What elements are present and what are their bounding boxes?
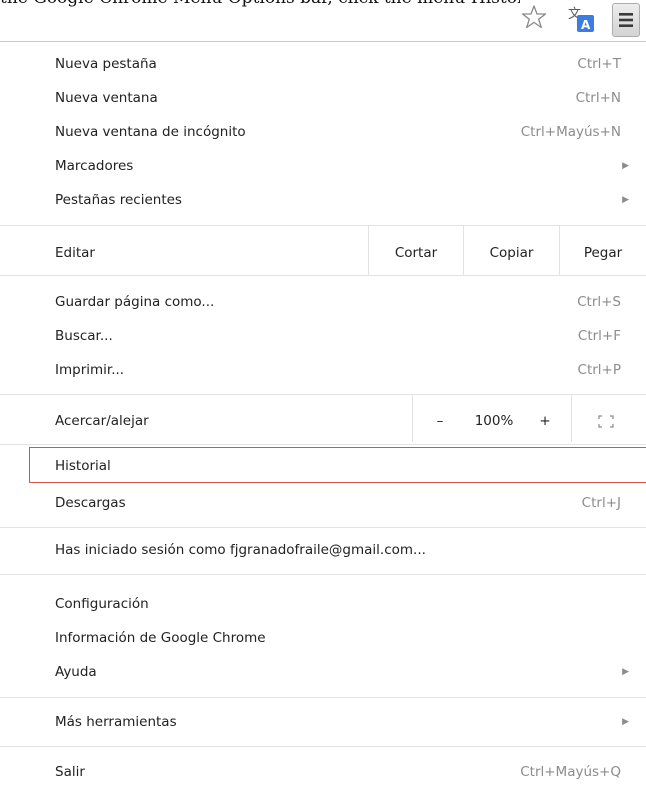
menu-item-label: Configuración — [55, 596, 149, 612]
menu-item-label: Marcadores — [55, 158, 134, 174]
zoom-level: 100% — [474, 413, 514, 429]
menu-separator — [0, 527, 646, 528]
menu-item-shortcut: Ctrl+Mayús+N — [520, 124, 621, 140]
menu-item-help[interactable]: Ayuda ▶ — [0, 655, 646, 689]
submenu-arrow-icon: ▶ — [622, 717, 629, 727]
cut-button[interactable]: Cortar — [369, 231, 463, 275]
menu-item-label: Has iniciado sesión como fjgranadofraile… — [55, 542, 426, 558]
menu-item-shortcut: Ctrl+P — [577, 362, 621, 378]
menu-item-label: Descargas — [55, 495, 126, 511]
menu-separator — [0, 225, 646, 226]
menu-item-downloads[interactable]: Descargas Ctrl+J — [0, 486, 646, 520]
menu-item-recent-tabs[interactable]: Pestañas recientes ▶ — [0, 183, 646, 217]
menu-item-label: Más herramientas — [55, 714, 177, 730]
menu-item-find[interactable]: Buscar... Ctrl+F — [0, 319, 646, 353]
menu-item-label: Salir — [55, 764, 85, 780]
chrome-menu: Nueva pestaña Ctrl+T Nueva ventana Ctrl+… — [0, 42, 646, 789]
menu-item-new-window[interactable]: Nueva ventana Ctrl+N — [0, 81, 646, 115]
menu-item-print[interactable]: Imprimir... Ctrl+P — [0, 353, 646, 387]
menu-item-incognito[interactable]: Nueva ventana de incógnito Ctrl+Mayús+N — [0, 115, 646, 149]
star-icon[interactable] — [521, 3, 547, 31]
menu-item-label: Nueva pestaña — [55, 56, 157, 72]
menu-item-shortcut: Ctrl+T — [577, 56, 621, 72]
menu-row-edit: Editar Cortar Copiar Pegar — [0, 225, 646, 275]
menu-item-signed-in[interactable]: Has iniciado sesión como fjgranadofraile… — [0, 533, 646, 567]
history-highlight-frame — [29, 447, 646, 483]
menu-separator — [0, 394, 646, 395]
svg-text:A: A — [581, 18, 591, 32]
menu-item-label: Nueva ventana — [55, 90, 158, 106]
chrome-menu-button[interactable] — [612, 3, 640, 37]
submenu-arrow-icon: ▶ — [622, 161, 629, 171]
menu-item-save-page[interactable]: Guardar página como... Ctrl+S — [0, 285, 646, 319]
menu-item-bookmarks[interactable]: Marcadores ▶ — [0, 149, 646, 183]
menu-item-label: Guardar página como... — [55, 294, 215, 310]
browser-toolbar: 文 A — [0, 0, 646, 42]
copy-button[interactable]: Copiar — [464, 231, 559, 275]
menu-item-shortcut: Ctrl+F — [577, 328, 621, 344]
submenu-arrow-icon: ▶ — [622, 667, 629, 677]
menu-item-shortcut: Ctrl+Mayús+Q — [520, 764, 621, 780]
menu-divider — [412, 394, 413, 442]
menu-item-label: Acercar/alejar — [55, 413, 149, 429]
menu-separator — [0, 746, 646, 747]
menu-item-label: Nueva ventana de incógnito — [55, 124, 246, 140]
menu-separator — [0, 275, 646, 276]
paste-button[interactable]: Pegar — [560, 231, 646, 275]
menu-item-shortcut: Ctrl+N — [575, 90, 621, 106]
menu-item-label: Editar — [55, 245, 95, 261]
menu-item-label: Ayuda — [55, 664, 97, 680]
menu-item-label: Imprimir... — [55, 362, 125, 378]
fullscreen-icon[interactable] — [598, 415, 614, 428]
menu-separator — [0, 574, 646, 575]
menu-item-shortcut: Ctrl+J — [581, 495, 621, 511]
menu-separator — [0, 697, 646, 698]
menu-item-new-tab[interactable]: Nueva pestaña Ctrl+T — [0, 47, 646, 81]
zoom-out-button[interactable]: – — [425, 399, 455, 443]
menu-icon — [619, 13, 633, 27]
menu-item-settings[interactable]: Configuración — [0, 587, 646, 621]
menu-separator — [0, 444, 646, 445]
menu-item-more-tools[interactable]: Más herramientas ▶ — [0, 705, 646, 739]
menu-item-shortcut: Ctrl+S — [577, 294, 621, 310]
zoom-in-button[interactable]: + — [530, 399, 560, 443]
menu-item-label: Información de Google Chrome — [55, 630, 266, 646]
menu-item-exit[interactable]: Salir Ctrl+Mayús+Q — [0, 755, 646, 789]
menu-divider — [571, 394, 572, 442]
submenu-arrow-icon: ▶ — [622, 195, 629, 205]
translate-icon[interactable]: 文 A — [566, 4, 596, 34]
menu-row-zoom: Acercar/alejar – 100% + — [0, 394, 646, 443]
menu-item-label: Buscar... — [55, 328, 113, 344]
menu-item-about[interactable]: Información de Google Chrome — [0, 621, 646, 655]
menu-item-label: Pestañas recientes — [55, 192, 182, 208]
